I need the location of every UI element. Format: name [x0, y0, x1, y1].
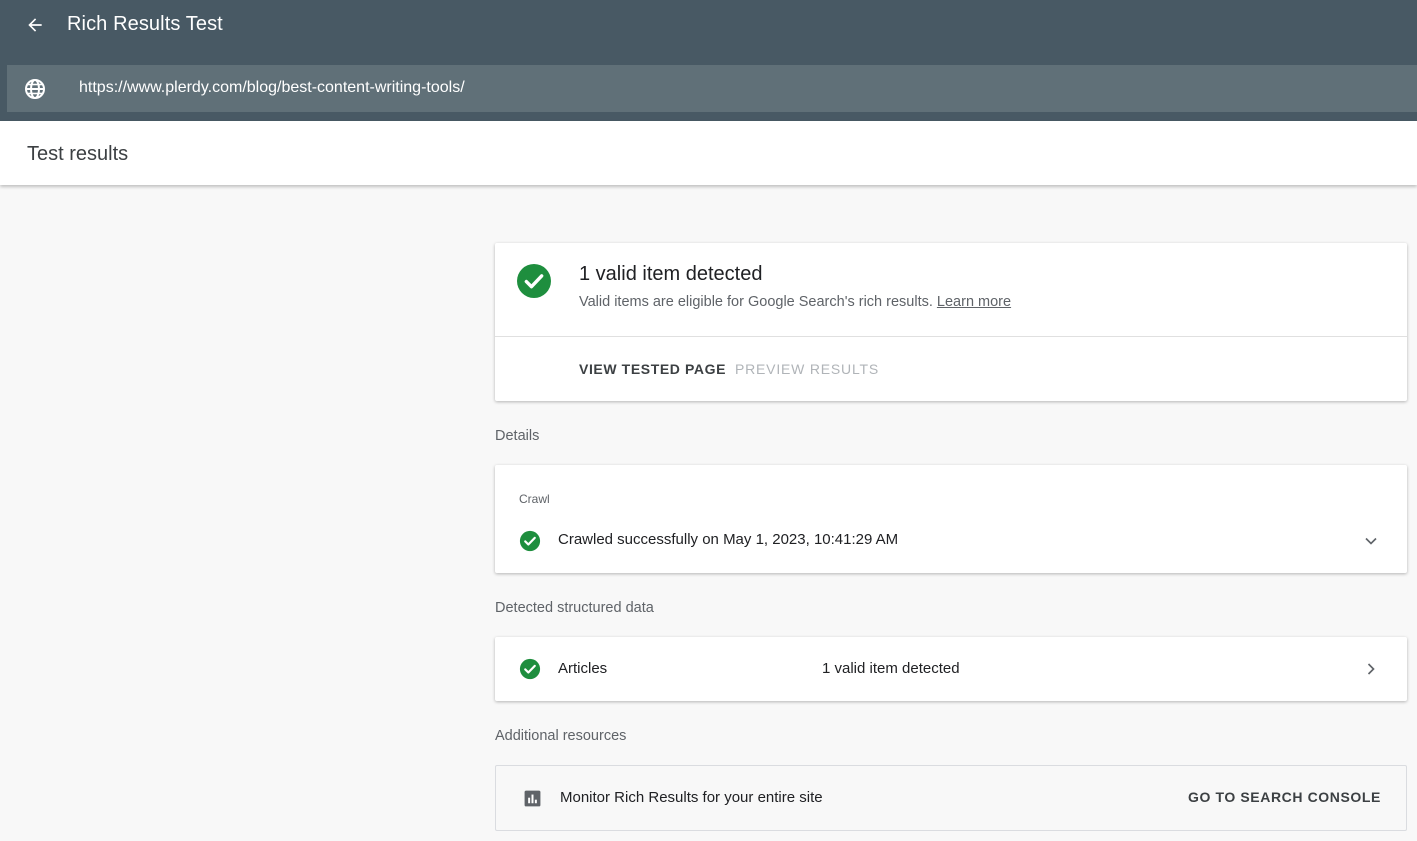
summary-card: 1 valid item detected Valid items are el…	[495, 243, 1407, 401]
bar-chart-icon	[524, 790, 541, 807]
structured-data-type: Articles	[558, 660, 608, 677]
structured-data-row[interactable]: Articles 1 valid item detected	[495, 637, 1407, 701]
summary-title: 1 valid item detected	[579, 263, 763, 285]
check-circle-icon	[519, 530, 541, 552]
url-bar[interactable]: https://www.plerdy.com/blog/best-content…	[7, 65, 1417, 112]
crawl-card[interactable]: Crawl Crawled successfully on May 1, 202…	[495, 465, 1407, 573]
details-section-label: Details	[495, 428, 540, 444]
check-circle-icon	[517, 264, 551, 298]
chevron-down-icon[interactable]	[1361, 531, 1381, 551]
crawl-label: Crawl	[519, 492, 550, 506]
learn-more-link[interactable]: Learn more	[937, 294, 1011, 310]
tested-url[interactable]: https://www.plerdy.com/blog/best-content…	[79, 79, 465, 97]
resources-section-label: Additional resources	[495, 728, 627, 744]
crawl-status: Crawled successfully on May 1, 2023, 10:…	[558, 531, 899, 548]
app-header: Rich Results Test https://www.plerdy.com…	[0, 0, 1417, 121]
arrow-back-icon	[28, 18, 42, 32]
resources-card: Monitor Rich Results for your entire sit…	[495, 765, 1407, 831]
divider	[495, 336, 1407, 337]
structured-data-section-label: Detected structured data	[495, 600, 654, 616]
globe-icon	[25, 79, 45, 99]
app-title: Rich Results Test	[67, 13, 223, 35]
page-title: Test results	[27, 143, 129, 165]
resources-text: Monitor Rich Results for your entire sit…	[560, 789, 823, 806]
results-header: Test results	[0, 121, 1417, 185]
chevron-right-icon[interactable]	[1361, 659, 1381, 679]
structured-data-status: 1 valid item detected	[822, 660, 960, 677]
back-button[interactable]	[20, 10, 50, 40]
summary-subtitle-text: Valid items are eligible for Google Sear…	[579, 294, 933, 310]
tab-preview-results[interactable]: PREVIEW RESULTS	[735, 361, 879, 377]
go-to-search-console-button[interactable]: GO TO SEARCH CONSOLE	[1188, 789, 1381, 805]
tab-view-tested-page[interactable]: VIEW TESTED PAGE	[579, 361, 726, 377]
summary-subtitle: Valid items are eligible for Google Sear…	[579, 294, 1011, 310]
check-circle-icon	[519, 658, 541, 680]
